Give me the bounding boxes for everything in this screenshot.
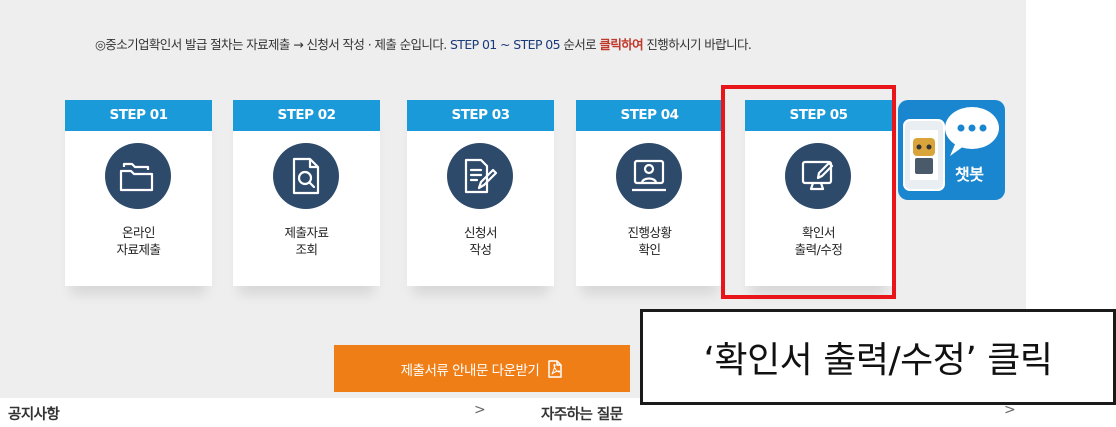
intro-steps-range: STEP 01 ~ STEP 05 — [449, 37, 561, 52]
step-04-card[interactable]: STEP 04 진행상황 확인 — [576, 100, 723, 286]
step-03-header: STEP 03 — [407, 100, 554, 131]
step-04-label-line1: 진행상황 — [627, 225, 672, 240]
step-04-label-line2: 확인 — [638, 242, 661, 257]
step-04-label: 진행상황 확인 — [576, 224, 723, 258]
document-edit-icon — [447, 143, 513, 209]
chatbot-button[interactable]: 챗봇 — [898, 100, 1005, 200]
notice-chevron-icon[interactable]: > — [474, 402, 486, 418]
step-03-label-line2: 작성 — [469, 242, 492, 257]
step-02-label-line2: 조회 — [295, 242, 318, 257]
step-02-label-line1: 제출자료 — [284, 225, 329, 240]
step-03-label-line1: 신청서 — [463, 225, 498, 240]
monitor-user-icon — [616, 143, 682, 209]
step-01-label-line1: 온라인 — [121, 225, 156, 240]
step-01-label: 온라인 자료제출 — [65, 224, 212, 258]
step-03-card[interactable]: STEP 03 신청서 작성 — [407, 100, 554, 286]
step-01-card[interactable]: STEP 01 온라인 자료제출 — [65, 100, 212, 286]
procedure-intro-text: ◎중소기업확인서 발급 절차는 자료제출 → 신청서 작성 · 제출 순입니다.… — [95, 34, 752, 53]
step-05-highlight-box — [721, 85, 896, 299]
step-03-label: 신청서 작성 — [407, 224, 554, 258]
step-01-header: STEP 01 — [65, 100, 212, 131]
document-search-icon — [273, 143, 339, 209]
notice-link[interactable]: 공지사항 — [8, 403, 60, 424]
step-02-card[interactable]: STEP 02 제출자료 조회 — [233, 100, 380, 286]
intro-text-2: 순서로 — [559, 37, 600, 52]
intro-text-1: ◎중소기업확인서 발급 절차는 자료제출 → 신청서 작성 · 제출 순입니다. — [95, 37, 450, 52]
faq-link[interactable]: 자주하는 질문 — [541, 403, 623, 424]
step-01-label-line2: 자료제출 — [116, 242, 161, 257]
step-02-header: STEP 02 — [233, 100, 380, 131]
pdf-icon — [548, 359, 563, 378]
folder-icon — [105, 143, 171, 209]
intro-click-emphasis: 클릭하여 — [599, 37, 644, 52]
chatbot-label: 챗봇 — [955, 165, 984, 184]
chatbot-icon — [903, 107, 999, 191]
intro-text-3: 진행하시기 바랍니다. — [643, 37, 752, 52]
step-04-header: STEP 04 — [576, 100, 723, 131]
download-guide-label: 제출서류 안내문 다운받기 — [400, 362, 540, 379]
instruction-callout: ‘확인서 출력/수정’ 클릭 — [640, 309, 1116, 405]
download-guide-button[interactable]: 제출서류 안내문 다운받기 — [334, 345, 630, 392]
step-02-label: 제출자료 조회 — [233, 224, 380, 258]
